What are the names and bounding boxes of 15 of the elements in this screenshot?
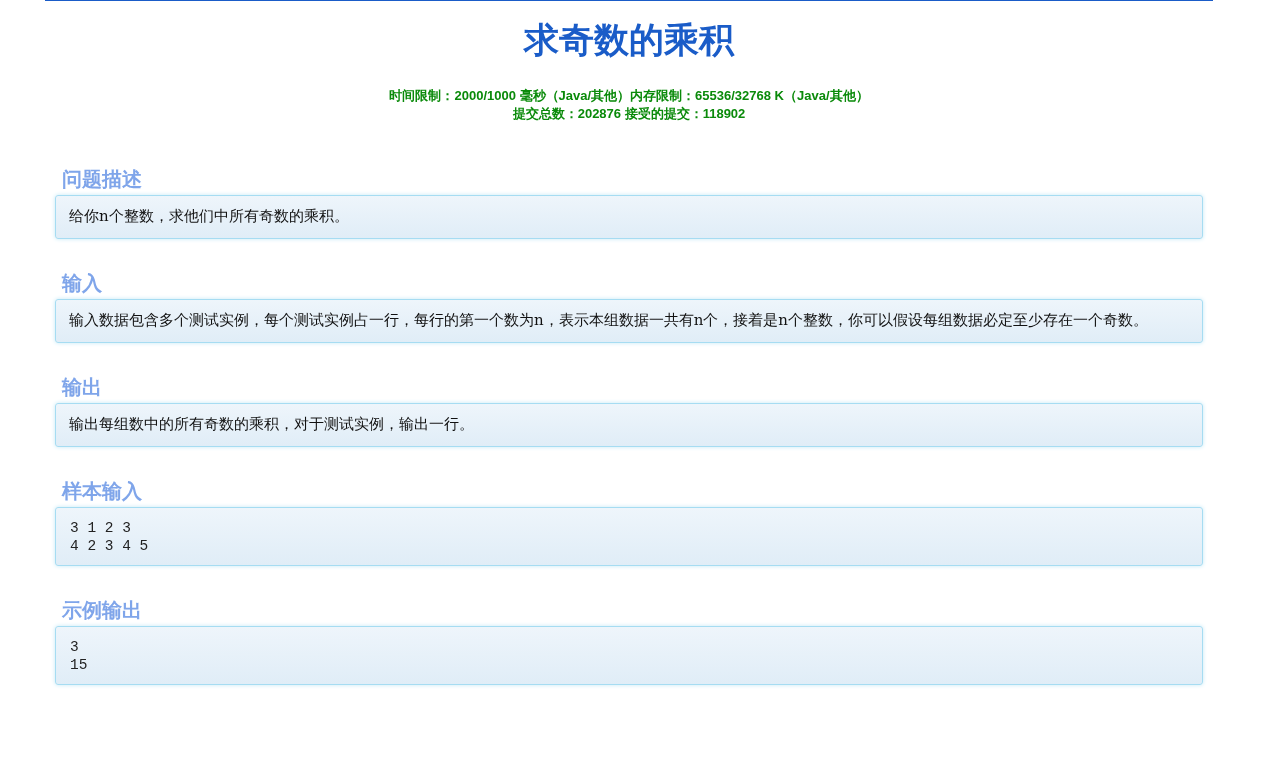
limits-text: 时间限制：2000/1000 毫秒（Java/其他）内存限制：65536/32768 K（Java/其他）: [388, 87, 870, 105]
section-heading: 输出: [62, 375, 103, 399]
description-text: 输出每组数中的所有奇数的乘积，对于测试实例，输出一行。: [69, 414, 475, 435]
problem-title: 求奇数的乘积: [522, 19, 736, 61]
code-line: 15: [70, 656, 89, 674]
code-line: 3: [70, 638, 80, 656]
section-heading: 示例输出: [62, 598, 143, 622]
description-text: 输入数据包含多个测试实例，每个测试实例占一行，每行的第一个数为n，表示本组数据一共有n个，接着是n个整数，你可以假设每组数据必定至少存在一个奇数。: [69, 310, 1149, 331]
section-heading: 样本输入: [62, 479, 143, 503]
section-heading: 输入: [62, 271, 103, 295]
code-line: 4 2 3 4 5: [70, 537, 150, 555]
limits-text: 提交总数：202876 接受的提交：118902: [511, 105, 747, 123]
code-line: 3 1 2 3: [70, 519, 132, 537]
section-heading: 问题描述: [62, 167, 143, 191]
description-text: 给你n个整数，求他们中所有奇数的乘积。: [69, 206, 350, 227]
